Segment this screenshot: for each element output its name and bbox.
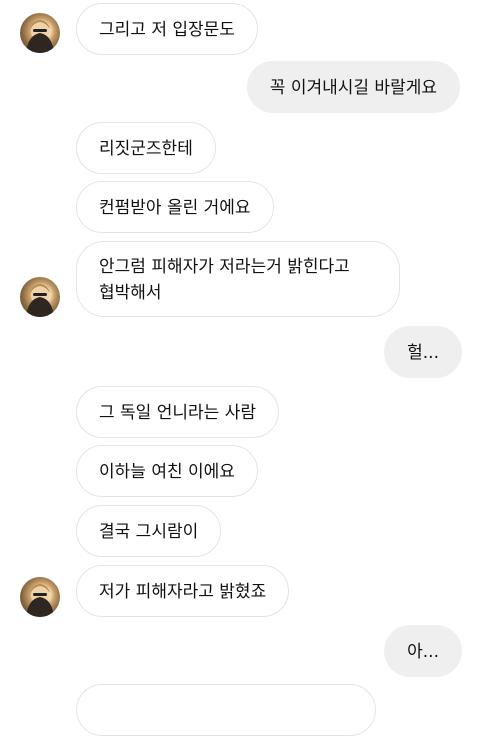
received-message[interactable]: 컨펌받아 올린 거에요: [76, 181, 274, 233]
received-message[interactable]: 안그럼 피해자가 저라는거 밝힌다고 협박해서: [76, 241, 400, 317]
sent-message[interactable]: 헐...: [384, 326, 462, 378]
received-message[interactable]: 그 독일 언니라는 사람: [76, 386, 279, 438]
contact-avatar[interactable]: [20, 577, 60, 617]
contact-avatar[interactable]: [20, 277, 60, 317]
received-message[interactable]: 결국 그시람이: [76, 505, 222, 557]
sent-message[interactable]: 꼭 이겨내시길 바랄게요: [246, 61, 460, 113]
received-message[interactable]: 리짓군즈한테: [76, 122, 216, 174]
message-line: 안그럼 피해자가 저라는거 밝힌다고: [99, 257, 350, 277]
received-message[interactable]: [76, 684, 376, 736]
message-line: 협박해서: [99, 283, 162, 303]
contact-avatar[interactable]: [20, 13, 60, 53]
received-message[interactable]: 이하늘 여친 이에요: [76, 445, 258, 497]
received-message[interactable]: 그리고 저 입장문도: [76, 3, 258, 55]
received-message[interactable]: 저가 피해자라고 밝혔죠: [76, 565, 290, 617]
sent-message[interactable]: 아...: [384, 625, 462, 677]
